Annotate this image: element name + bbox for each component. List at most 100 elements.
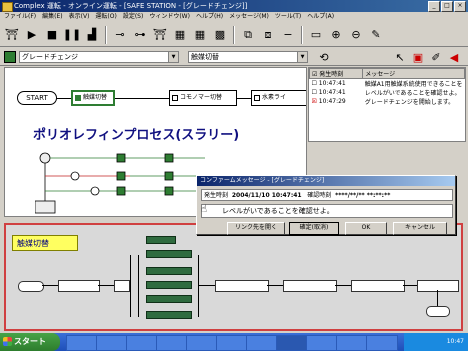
cancel-button[interactable]: キャンセル bbox=[393, 222, 447, 235]
chevron-down-icon[interactable]: ▼ bbox=[168, 52, 178, 62]
play-icon[interactable]: ▶ bbox=[23, 26, 41, 44]
step-comonomer-switch[interactable]: コモノマー切替 bbox=[169, 90, 237, 106]
sequence-step-active[interactable] bbox=[146, 295, 192, 303]
grid-icon-2[interactable]: ▦ bbox=[191, 26, 209, 44]
maximize-button[interactable]: □ bbox=[441, 1, 453, 12]
taskbar-app[interactable] bbox=[96, 335, 128, 351]
confirm-label: 確認時刻 bbox=[307, 192, 332, 199]
step-icon-2[interactable]: ⛩ bbox=[151, 26, 169, 44]
ok-button[interactable]: OK bbox=[345, 222, 387, 235]
confirm-value: ****/**/** **:**:** bbox=[335, 192, 391, 199]
taskbar-app[interactable] bbox=[306, 335, 338, 351]
step-hydrogen[interactable]: 水素ライ bbox=[251, 90, 306, 106]
clock[interactable]: 10:47 bbox=[447, 338, 464, 345]
menu-tools[interactable]: ツール(T) bbox=[275, 12, 301, 22]
start-node[interactable]: START bbox=[17, 91, 57, 105]
minimize-button[interactable]: _ bbox=[428, 1, 440, 12]
taskbar-app[interactable] bbox=[246, 335, 278, 351]
sequence-step-active[interactable] bbox=[146, 311, 192, 319]
sequence-step[interactable] bbox=[283, 280, 337, 292]
sequence-step-active[interactable] bbox=[146, 250, 192, 258]
grade-select-value: グレードチェンジ bbox=[22, 53, 78, 61]
step-comonomer-label: コモノマー切替 bbox=[180, 94, 223, 101]
alarm-header-time[interactable]: ☑ 発生時刻 bbox=[309, 68, 364, 79]
menu-edit[interactable]: 編集(E) bbox=[42, 12, 62, 22]
grid-icon-3[interactable]: ▩ bbox=[211, 26, 229, 44]
cursor-icon[interactable]: ↖ bbox=[392, 49, 408, 65]
window-icon[interactable]: ▭ bbox=[307, 26, 325, 44]
stop-icon[interactable]: ■ bbox=[43, 26, 61, 44]
sequence-step-active[interactable] bbox=[146, 281, 192, 289]
sequence-title: 触媒切替 bbox=[12, 235, 78, 251]
windows-logo-icon bbox=[3, 337, 12, 346]
sequence-step[interactable] bbox=[58, 280, 100, 292]
minus-icon[interactable]: − bbox=[279, 26, 297, 44]
alarm-row[interactable]: ☐ 10:47:41 触媒A1用触媒系統使用できることを bbox=[310, 79, 465, 88]
sequence-end-node[interactable] bbox=[426, 306, 450, 317]
menu-operation[interactable]: 運転(O) bbox=[95, 12, 116, 22]
sequence-step[interactable] bbox=[114, 280, 130, 292]
start-button[interactable]: スタート bbox=[0, 333, 60, 351]
taskbar-app-active[interactable] bbox=[276, 335, 308, 351]
taskbar-app[interactable] bbox=[186, 335, 218, 351]
close-button[interactable]: × bbox=[454, 1, 466, 12]
chevron-down-icon[interactable]: ▼ bbox=[297, 52, 307, 62]
alarm-row[interactable]: ☐ 10:47:41 レベルがいであることを確認せよ。 bbox=[310, 88, 465, 97]
alarm-row[interactable]: ☒ 10:47:29 グレードチェンジを開始します。 bbox=[310, 97, 465, 106]
flow-icon[interactable]: ⧉ bbox=[239, 26, 257, 44]
step-icon bbox=[254, 95, 260, 101]
flow-icon-2[interactable]: ⧈ bbox=[259, 26, 277, 44]
taskbar-app[interactable] bbox=[66, 335, 98, 351]
speaker-icon[interactable]: ◀ bbox=[446, 49, 462, 65]
alarm-time: 10:47:41 bbox=[318, 89, 346, 96]
tree-icon[interactable] bbox=[4, 51, 16, 63]
alarm-header-message[interactable]: メッセージ bbox=[362, 68, 465, 79]
step-catalyst-switch[interactable]: 触媒切替 bbox=[71, 90, 115, 106]
sequence-step-active[interactable] bbox=[146, 267, 192, 275]
alarm-message: レベルがいであることを確認せよ。 bbox=[364, 90, 461, 97]
grid-icon[interactable]: ▦ bbox=[171, 26, 189, 44]
step-icon[interactable]: ⛩ bbox=[3, 26, 21, 44]
sequence-step[interactable] bbox=[351, 280, 405, 292]
menu-help[interactable]: ヘルプ(H) bbox=[196, 12, 223, 22]
pen-icon[interactable]: ✎ bbox=[367, 26, 385, 44]
menu-settings[interactable]: 設定(S) bbox=[123, 12, 144, 22]
alarm-time: 10:47:29 bbox=[318, 98, 346, 105]
step-select[interactable]: 触媒切替 ▼ bbox=[188, 51, 308, 63]
time-label: 発生時刻 bbox=[204, 192, 229, 199]
sequence-step-active[interactable] bbox=[146, 236, 176, 244]
grade-select[interactable]: グレードチェンジ ▼ bbox=[19, 51, 179, 63]
alarm-message: グレードチェンジを開始します。 bbox=[364, 99, 455, 106]
taskbar-app[interactable] bbox=[156, 335, 188, 351]
zoom-out-icon[interactable]: ⊖ bbox=[347, 26, 365, 44]
taskbar-app[interactable] bbox=[126, 335, 158, 351]
menu-view[interactable]: 表示(V) bbox=[69, 12, 90, 22]
confirm-button[interactable]: 確定(取消) bbox=[289, 222, 339, 235]
sequence-step[interactable] bbox=[417, 280, 459, 292]
taskbar-app[interactable] bbox=[366, 335, 398, 351]
sequence-start-node[interactable] bbox=[18, 281, 44, 292]
taskbar-app[interactable] bbox=[336, 335, 368, 351]
secondary-toolbar: グレードチェンジ ▼ 触媒切替 ▼ ⟲ ↖ ▣ ✐ ◀ bbox=[0, 48, 468, 66]
menu-message[interactable]: メッセージ(M) bbox=[229, 12, 269, 22]
hand-cursor-icon: ☝ bbox=[201, 204, 208, 215]
link-icon[interactable]: ⊸ bbox=[111, 26, 129, 44]
alarm-list: ☑ 発生時刻 メッセージ ☐ 10:47:41 触媒A1用触媒系統使用できること… bbox=[308, 67, 466, 142]
zoom-in-icon[interactable]: ⊕ bbox=[327, 26, 345, 44]
taskbar-app[interactable] bbox=[216, 335, 248, 351]
menu-help2[interactable]: ヘルプ(A) bbox=[307, 12, 334, 22]
network-icon[interactable]: ⊶ bbox=[131, 26, 149, 44]
report-icon[interactable]: ▣ bbox=[410, 49, 426, 65]
chart-icon[interactable]: ▟ bbox=[83, 26, 101, 44]
refresh-icon[interactable]: ⟲ bbox=[316, 49, 332, 65]
edit-icon[interactable]: ✐ bbox=[428, 49, 444, 65]
pause-icon[interactable]: ❚❚ bbox=[63, 26, 81, 44]
time-value: 2004/11/10 10:47:41 bbox=[231, 192, 302, 199]
menu-file[interactable]: ファイル(F) bbox=[4, 12, 36, 22]
menu-window[interactable]: ウィンドウ(W) bbox=[149, 12, 190, 22]
sequence-step[interactable] bbox=[215, 280, 269, 292]
process-title: ポリオレフィンプロセス(スラリー) bbox=[33, 128, 240, 143]
dialog-title: コンファームメッセージ - [グレードチェンジ] bbox=[197, 176, 455, 186]
window-title: Complex 運転 - オンライン運転 - [SAFE STATION - [… bbox=[14, 2, 248, 10]
open-link-button[interactable]: リンク先を開く bbox=[227, 222, 285, 235]
